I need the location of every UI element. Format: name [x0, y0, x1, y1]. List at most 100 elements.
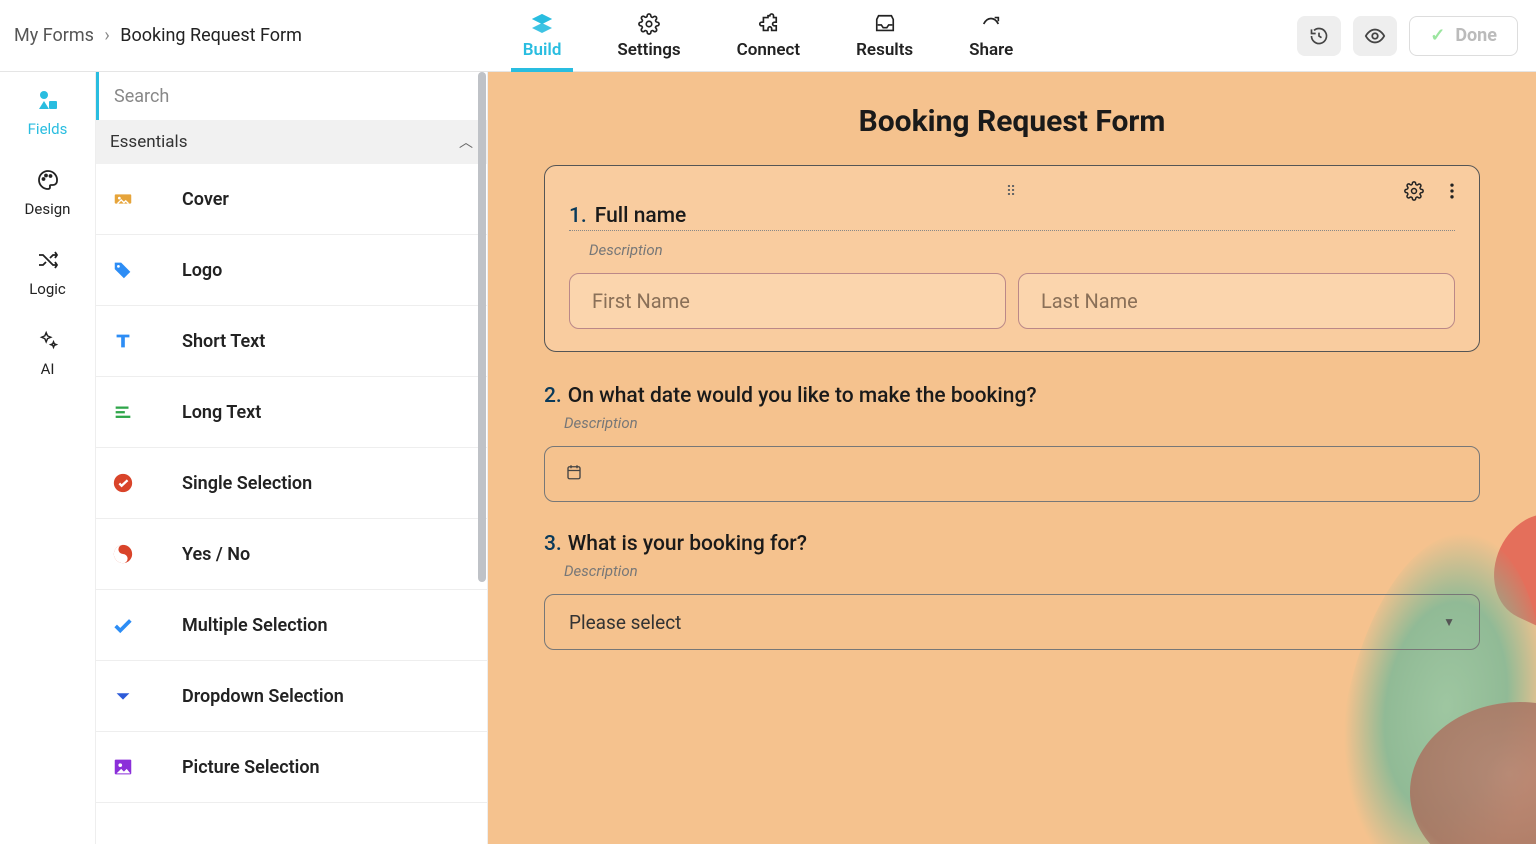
- tab-share[interactable]: Share: [969, 12, 1013, 72]
- field-panel: Essentials ︿ Cover Logo Short Text Long …: [96, 72, 488, 844]
- rail-label: Design: [25, 200, 71, 218]
- yinyang-icon: [110, 541, 136, 567]
- search-input[interactable]: [114, 86, 469, 107]
- dropdown-placeholder: Please select: [569, 611, 681, 634]
- question-description[interactable]: Description: [589, 241, 1455, 259]
- image-icon: [110, 754, 136, 780]
- tab-connect[interactable]: Connect: [737, 12, 800, 72]
- question-card-1[interactable]: ⠿ 1. Full name Description: [544, 165, 1480, 352]
- question-description[interactable]: Description: [564, 414, 1480, 432]
- field-single-selection[interactable]: Single Selection: [96, 448, 487, 519]
- question-number: 3.: [544, 532, 562, 556]
- checkmark-icon: [110, 612, 136, 638]
- field-label: Multiple Selection: [182, 615, 328, 636]
- rail-label: Logic: [29, 280, 66, 298]
- field-label: Picture Selection: [182, 757, 320, 778]
- done-label: Done: [1455, 25, 1497, 46]
- question-settings-button[interactable]: [1403, 180, 1425, 202]
- question-description[interactable]: Description: [564, 562, 1480, 580]
- field-picture-selection[interactable]: Picture Selection: [96, 732, 487, 803]
- field-label: Dropdown Selection: [182, 686, 344, 707]
- tab-build[interactable]: Build: [523, 12, 562, 72]
- field-label: Long Text: [182, 402, 261, 423]
- tab-label: Results: [856, 40, 913, 60]
- caret-down-icon: [110, 683, 136, 709]
- tab-label: Share: [969, 40, 1013, 60]
- dropdown-input[interactable]: Please select ▼: [544, 594, 1480, 650]
- tab-results[interactable]: Results: [856, 12, 913, 72]
- category-essentials[interactable]: Essentials ︿: [96, 120, 487, 164]
- done-button[interactable]: ✓ Done: [1409, 16, 1518, 56]
- palette-icon: [34, 166, 62, 194]
- top-actions: ✓ Done: [1297, 16, 1536, 56]
- gear-icon: [637, 12, 661, 36]
- tab-label: Build: [523, 40, 562, 60]
- field-logo[interactable]: Logo: [96, 235, 487, 306]
- inbox-icon: [873, 12, 897, 36]
- field-yes-no[interactable]: Yes / No: [96, 519, 487, 590]
- rail-logic[interactable]: Logic: [29, 246, 66, 298]
- calendar-icon: [565, 463, 583, 485]
- first-name-input[interactable]: [569, 273, 1006, 329]
- paragraph-icon: [110, 399, 136, 425]
- topbar: My Forms › Booking Request Form Build Se…: [0, 0, 1536, 72]
- rail-label: Fields: [28, 120, 68, 138]
- breadcrumb-current: Booking Request Form: [120, 25, 302, 46]
- history-button[interactable]: [1297, 16, 1341, 56]
- breadcrumb-separator: ›: [104, 25, 109, 46]
- question-number: 2.: [544, 384, 562, 408]
- breadcrumb: My Forms › Booking Request Form: [0, 25, 302, 46]
- field-long-text[interactable]: Long Text: [96, 377, 487, 448]
- tab-settings[interactable]: Settings: [617, 12, 680, 72]
- chevron-down-icon: ▼: [1443, 615, 1455, 629]
- breadcrumb-root[interactable]: My Forms: [14, 25, 94, 46]
- tab-label: Connect: [737, 40, 800, 60]
- date-input[interactable]: [544, 446, 1480, 502]
- history-icon: [1309, 26, 1329, 46]
- question-block-3[interactable]: 3. What is your booking for? Description…: [544, 532, 1480, 650]
- field-label: Cover: [182, 189, 229, 210]
- form-title[interactable]: Booking Request Form: [488, 72, 1536, 165]
- field-short-text[interactable]: Short Text: [96, 306, 487, 377]
- main: Fields Design Logic AI: [0, 72, 1536, 844]
- field-multiple-selection[interactable]: Multiple Selection: [96, 590, 487, 661]
- field-search[interactable]: [96, 72, 487, 120]
- cover-icon: [110, 186, 136, 212]
- eye-icon: [1364, 25, 1386, 47]
- field-label: Short Text: [182, 331, 265, 352]
- chevron-up-icon: ︿: [459, 132, 473, 152]
- active-indicator: [96, 72, 99, 120]
- field-label: Logo: [182, 260, 222, 281]
- category-label: Essentials: [110, 132, 187, 152]
- form-canvas: Booking Request Form ⠿ 1. Full name Desc…: [488, 72, 1536, 844]
- share-icon: [979, 12, 1003, 36]
- rail-ai[interactable]: AI: [34, 326, 62, 378]
- shapes-icon: [34, 86, 62, 114]
- preview-button[interactable]: [1353, 16, 1397, 56]
- question-text[interactable]: On what date would you like to make the …: [568, 384, 1037, 408]
- question-text[interactable]: What is your booking for?: [568, 532, 807, 556]
- sparkles-icon: [34, 326, 62, 354]
- field-cover[interactable]: Cover: [96, 164, 487, 235]
- field-dropdown-selection[interactable]: Dropdown Selection: [96, 661, 487, 732]
- field-label: Single Selection: [182, 473, 312, 494]
- field-label: Yes / No: [182, 544, 250, 565]
- left-rail: Fields Design Logic AI: [0, 72, 96, 844]
- layers-icon: [530, 12, 554, 36]
- tab-label: Settings: [617, 40, 680, 60]
- radio-check-icon: [110, 470, 136, 496]
- drag-handle-icon[interactable]: ⠿: [569, 184, 1455, 204]
- last-name-input[interactable]: [1018, 273, 1455, 329]
- rail-design[interactable]: Design: [25, 166, 71, 218]
- check-icon: ✓: [1430, 25, 1445, 46]
- question-block-2[interactable]: 2. On what date would you like to make t…: [544, 384, 1480, 502]
- panel-scrollbar[interactable]: [477, 72, 487, 844]
- question-more-button[interactable]: [1441, 180, 1463, 202]
- question-number: 1.: [569, 204, 587, 228]
- rail-label: AI: [41, 360, 55, 378]
- question-text[interactable]: Full name: [595, 204, 687, 228]
- rail-fields[interactable]: Fields: [28, 86, 68, 138]
- text-icon: [110, 328, 136, 354]
- puzzle-icon: [756, 12, 780, 36]
- tag-icon: [110, 257, 136, 283]
